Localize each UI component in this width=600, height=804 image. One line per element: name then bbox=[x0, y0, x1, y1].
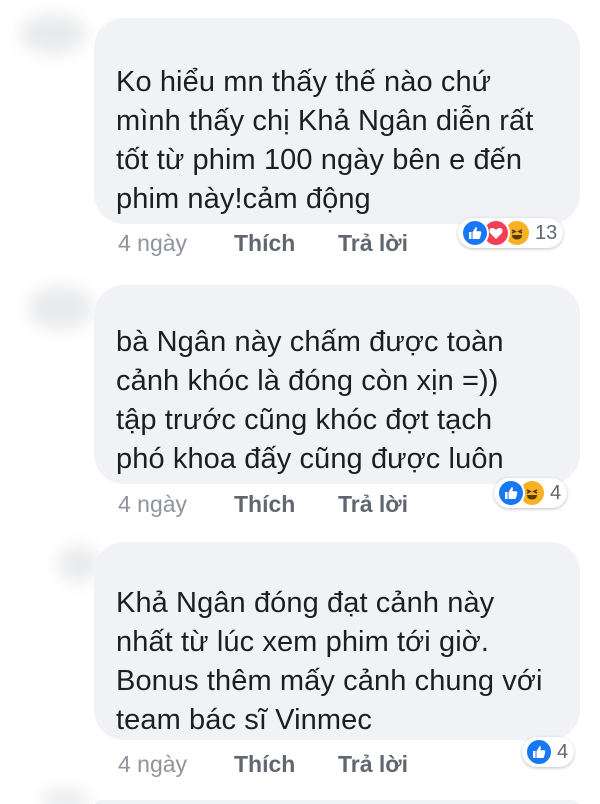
next-comment-bubble bbox=[94, 800, 580, 804]
reaction-summary[interactable]: 4 bbox=[522, 737, 575, 767]
like-reaction-icon bbox=[461, 219, 489, 247]
comment-thread: Ko hiểu mn thấy thế nào chứ mình thấy ch… bbox=[0, 0, 600, 804]
reply-button[interactable]: Trả lời bbox=[338, 490, 408, 518]
avatar[interactable] bbox=[40, 790, 90, 804]
reaction-count: 13 bbox=[535, 221, 558, 244]
comment-timestamp[interactable]: 4 ngày bbox=[118, 490, 187, 518]
reaction-count: 4 bbox=[557, 740, 569, 763]
reply-button[interactable]: Trả lời bbox=[338, 750, 408, 778]
comment-bubble: bà Ngân này chấm được toàn cảnh khóc là … bbox=[94, 285, 580, 484]
like-reaction-icon bbox=[525, 738, 553, 766]
reaction-summary[interactable]: 4 bbox=[494, 478, 568, 508]
comment-bubble: Khả Ngân đóng đạt cảnh này nhất từ lúc x… bbox=[94, 542, 580, 740]
avatar[interactable] bbox=[28, 286, 94, 330]
like-button[interactable]: Thích bbox=[234, 229, 295, 257]
comment-timestamp[interactable]: 4 ngày bbox=[118, 750, 187, 778]
comment-bubble: Ko hiểu mn thấy thế nào chứ mình thấy ch… bbox=[94, 18, 580, 224]
reply-button[interactable]: Trả lời bbox=[338, 229, 408, 257]
like-button[interactable]: Thích bbox=[234, 490, 295, 518]
reaction-count: 4 bbox=[550, 481, 562, 504]
comment-text: Khả Ngân đóng đạt cảnh này nhất từ lúc x… bbox=[116, 587, 543, 736]
like-button[interactable]: Thích bbox=[234, 750, 295, 778]
avatar[interactable] bbox=[20, 14, 86, 54]
reaction-summary[interactable]: 13 bbox=[458, 218, 564, 248]
comment-timestamp[interactable]: 4 ngày bbox=[118, 229, 187, 257]
comment-text: bà Ngân này chấm được toàn cảnh khóc là … bbox=[116, 326, 504, 475]
like-reaction-icon bbox=[497, 479, 525, 507]
comment-text: Ko hiểu mn thấy thế nào chứ mình thấy ch… bbox=[116, 66, 534, 215]
